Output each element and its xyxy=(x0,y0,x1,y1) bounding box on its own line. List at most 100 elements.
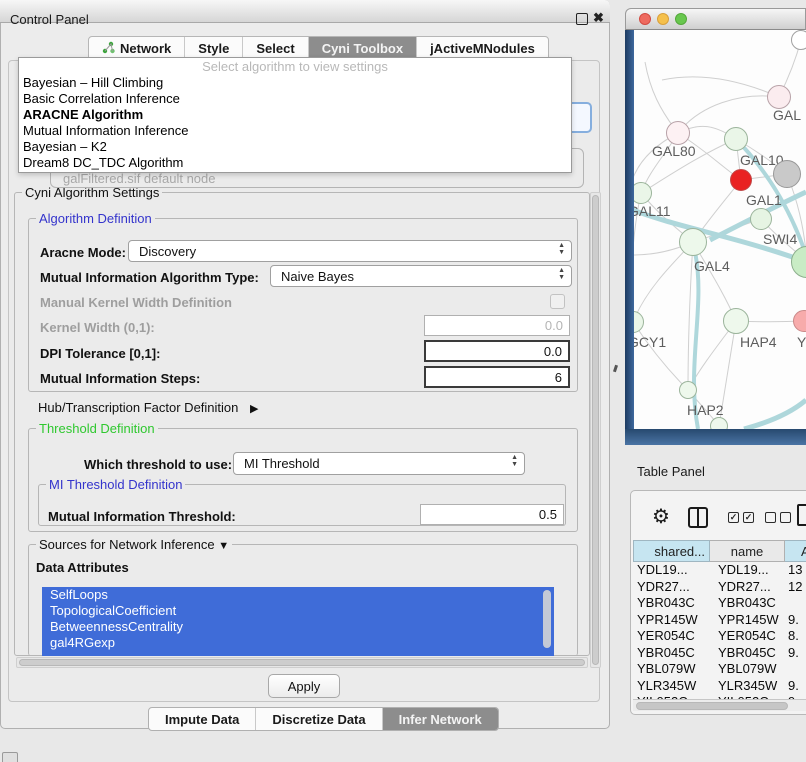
network-node-hap4[interactable] xyxy=(723,308,749,334)
network-node-gal1[interactable] xyxy=(730,169,752,191)
table-cell: YDR27... xyxy=(637,579,690,594)
network-node-hap2[interactable] xyxy=(679,381,697,399)
node-label: SWI4 xyxy=(763,231,797,247)
network-collection-value: galFiltered.sif default node xyxy=(63,171,215,186)
table-row[interactable]: YDR27...YDR27...12 xyxy=(633,579,806,596)
table-cell: 12 xyxy=(788,579,802,594)
vertical-scrollbar[interactable] xyxy=(590,192,601,668)
minimize-traffic-light-icon[interactable] xyxy=(657,13,669,25)
tab-discretize-data[interactable]: Discretize Data xyxy=(256,708,382,730)
close-icon[interactable]: ✖ xyxy=(593,10,604,26)
dpi-tolerance-label: DPI Tolerance [0,1]: xyxy=(40,346,160,361)
control-panel-title: Control Panel xyxy=(10,12,89,27)
column-header-shared[interactable]: shared... xyxy=(633,540,710,562)
algorithm-option[interactable]: ARACNE Algorithm xyxy=(19,107,571,123)
node-label: GAL1 xyxy=(746,192,782,208)
zoom-traffic-light-icon[interactable] xyxy=(675,13,687,25)
network-node-gal10[interactable] xyxy=(724,127,748,151)
table-row[interactable]: YBL079WYBL079W xyxy=(633,661,806,678)
attribute-item[interactable]: BetweennessCentrality xyxy=(42,619,554,635)
network-node[interactable] xyxy=(791,30,806,50)
table-horizontal-scrollbar[interactable] xyxy=(633,699,806,711)
sources-title: Sources for Network Inference xyxy=(39,537,215,552)
mi-steps-label: Mutual Information Steps: xyxy=(40,371,200,386)
attribute-item[interactable]: gal4RGexp xyxy=(42,635,554,651)
mi-type-select[interactable]: Naive Bayes ▲▼ xyxy=(270,265,572,287)
column-header-name[interactable]: name xyxy=(710,540,785,562)
aracne-mode-select[interactable]: Discovery ▲▼ xyxy=(128,240,572,262)
tab-impute-data[interactable]: Impute Data xyxy=(149,708,256,730)
network-node[interactable] xyxy=(710,417,728,429)
apply-button[interactable]: Apply xyxy=(268,674,340,698)
algorithm-option[interactable]: Basic Correlation Inference xyxy=(19,91,571,107)
table-cell: YPR145W xyxy=(637,612,698,627)
table-row[interactable]: YLR345WYLR345W9. xyxy=(633,678,806,695)
expand-right-icon: ▶ xyxy=(250,403,258,415)
mi-type-label: Mutual Information Algorithm Type: xyxy=(40,270,259,285)
horizontal-scrollbar[interactable] xyxy=(16,657,588,668)
algorithm-option[interactable]: Mutual Information Inference xyxy=(19,123,571,139)
mouse-cursor xyxy=(613,365,618,373)
manual-kernel-checkbox[interactable] xyxy=(550,294,565,309)
close-traffic-light-icon[interactable] xyxy=(639,13,651,25)
node-label: GAL4 xyxy=(694,258,730,274)
algorithm-combobox-placeholder: Select algorithm to view settings xyxy=(19,58,571,75)
which-threshold-label: Which threshold to use: xyxy=(84,457,232,472)
table-row[interactable]: YPR145WYPR145W9. xyxy=(633,612,806,629)
chevron-updown-icon: ▲▼ xyxy=(558,267,565,281)
hub-definition-label: Hub/Transcription Factor Definition xyxy=(38,400,238,415)
network-canvas[interactable]: GALGAL80GAL10GAL1GAL11SWI4GAL4GCY1HAP4YH… xyxy=(634,30,806,429)
table-cell: 8. xyxy=(788,628,799,643)
attribute-list-scrollbar[interactable] xyxy=(543,590,551,648)
tab-infer-network[interactable]: Infer Network xyxy=(383,708,498,730)
network-node-swi4[interactable] xyxy=(750,208,772,230)
sources-expander[interactable]: Sources for Network Inference ▼ xyxy=(36,537,232,552)
mi-threshold-input[interactable]: 0.5 xyxy=(420,504,564,525)
aracne-mode-value: Discovery xyxy=(139,244,196,259)
network-node-gal[interactable] xyxy=(767,85,791,109)
node-label: GAL80 xyxy=(652,143,696,159)
network-node[interactable] xyxy=(773,160,801,188)
control-panel-titlebar[interactable] xyxy=(0,0,610,23)
table-row[interactable]: YDL19...YDL19...13 xyxy=(633,562,806,579)
desktop: Control Panel ✖ NetworkStyleSelectCyni T… xyxy=(0,0,806,762)
table-row[interactable]: YER054CYER054C8. xyxy=(633,628,806,645)
mi-steps-input[interactable]: 6 xyxy=(424,366,570,388)
attribute-item[interactable]: SelfLoops xyxy=(42,587,554,603)
float-window-icon[interactable] xyxy=(576,13,588,25)
node-label: GCY1 xyxy=(634,334,666,350)
split-panel-icon[interactable] xyxy=(688,507,708,528)
document-icon[interactable] xyxy=(797,504,806,526)
checked-checkbox-icon[interactable]: ✓ xyxy=(743,512,754,523)
gear-icon[interactable]: ⚙ xyxy=(652,504,670,529)
kernel-width-label: Kernel Width (0,1): xyxy=(40,320,155,335)
table-panel-title: Table Panel xyxy=(637,464,705,479)
table-cell: 9. xyxy=(788,645,799,660)
network-window-titlebar[interactable] xyxy=(625,8,806,30)
table-cell: 9. xyxy=(788,678,799,693)
chevron-updown-icon: ▲▼ xyxy=(511,454,518,468)
minimized-panel-icon[interactable] xyxy=(2,752,18,762)
node-label: GAL11 xyxy=(634,203,671,219)
table-cell: YBL079W xyxy=(637,661,696,676)
dpi-tolerance-input[interactable]: 0.0 xyxy=(424,340,570,362)
table-row[interactable]: YBR043CYBR043C xyxy=(633,595,806,612)
checked-checkbox-icon[interactable]: ✓ xyxy=(728,512,739,523)
unchecked-checkbox-icon[interactable] xyxy=(765,512,776,523)
unchecked-checkbox-icon[interactable] xyxy=(780,512,791,523)
algorithm-definition-title: Algorithm Definition xyxy=(36,211,155,226)
table-row[interactable]: YBR045CYBR045C9. xyxy=(633,645,806,662)
network-node-gal4[interactable] xyxy=(679,228,707,256)
attribute-item[interactable]: TopologicalCoefficient xyxy=(42,603,554,619)
algorithm-option[interactable]: Dream8 DC_TDC Algorithm xyxy=(19,155,571,171)
which-threshold-select[interactable]: MI Threshold ▲▼ xyxy=(233,452,525,475)
column-header-partial[interactable]: A xyxy=(785,540,806,562)
table-cell: YDL19... xyxy=(637,562,688,577)
algorithm-option[interactable]: Bayesian – Hill Climbing xyxy=(19,75,571,91)
network-window-border xyxy=(625,30,634,445)
hub-definition-expander[interactable]: Hub/Transcription Factor Definition ▶ xyxy=(38,400,258,415)
network-node-gal80[interactable] xyxy=(666,121,690,145)
algorithm-option[interactable]: Bayesian – K2 xyxy=(19,139,571,155)
table-cell: YLR345W xyxy=(718,678,777,693)
data-attributes-list: SelfLoopsTopologicalCoefficientBetweenne… xyxy=(42,587,554,656)
